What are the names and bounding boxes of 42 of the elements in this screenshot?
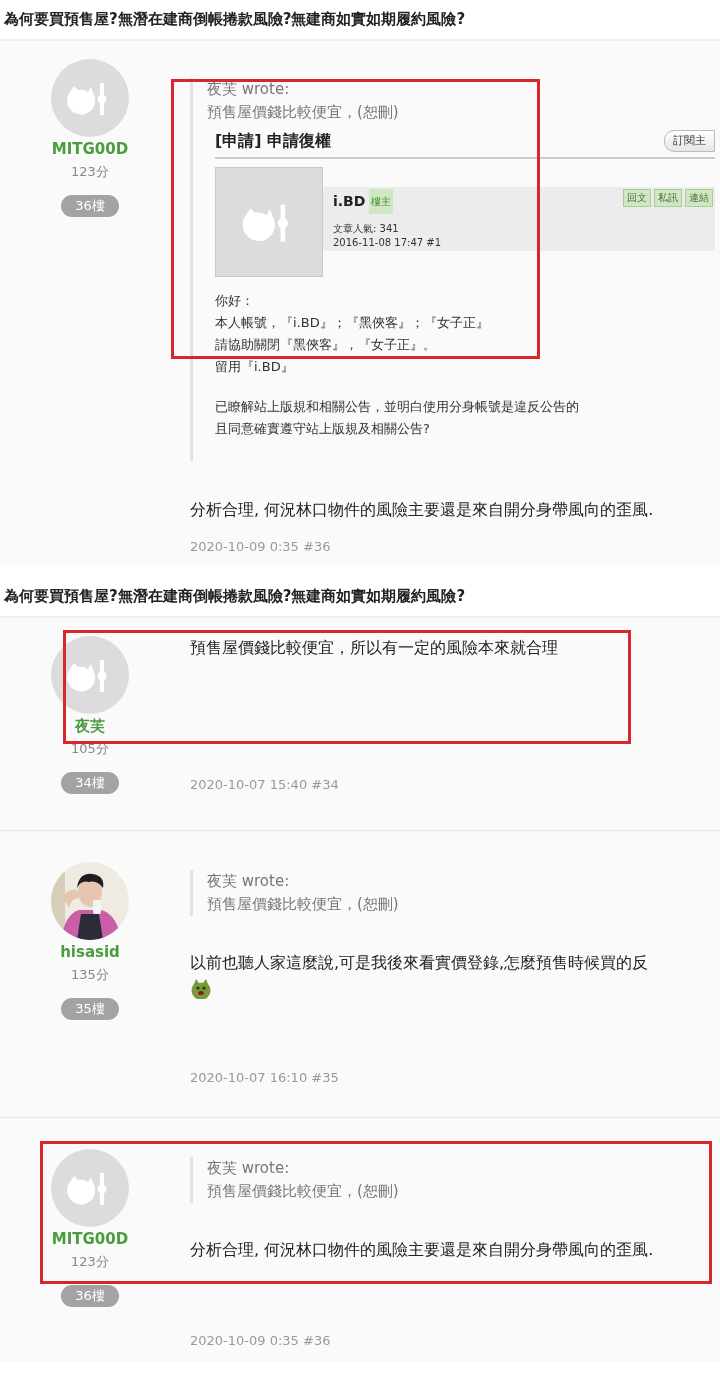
floor-badge: 36樓 (61, 1285, 119, 1307)
quote-text: 預售屋價錢比較便宜，(恕刪) (207, 102, 400, 123)
action-button[interactable]: 連結 (685, 189, 713, 207)
user-score: 135分 (71, 966, 109, 984)
user-score: 105分 (71, 740, 109, 758)
post-text: 預售屋價錢比較便宜，所以有一定的風險本來就合理 (190, 637, 558, 659)
quote-author: 夜芙 wrote: (207, 1158, 291, 1179)
author-badge: 樓主 (369, 189, 394, 214)
post-text-line: 留用『i.BD』 (215, 358, 295, 376)
subscribe-button[interactable]: 訂閱主 (664, 130, 715, 152)
post-text-line: 且同意確實遵守站上版規及相關公告? (215, 420, 431, 438)
post-date: 2020-10-07 15:40 #34 (190, 776, 340, 794)
post-text: 分析合理, 何況林口物件的風險主要還是來自開分身帶風向的歪風. (190, 499, 654, 521)
post-date: 2020-10-07 16:10 #35 (190, 1069, 340, 1087)
post-text: 以前也聽人家這麼說,可是我後來看實價登錄,怎麼預售時候買的反 (190, 952, 649, 974)
view-count: 文章人氣: 341 (333, 222, 400, 236)
post-text-line: 你好： (215, 292, 255, 310)
username[interactable]: MITG00D (51, 139, 129, 159)
action-button[interactable]: 私訊 (654, 189, 682, 207)
post-text-line: 已瞭解站上版規和相關公告，並明白使用分身帳號是違反公告的 (215, 398, 580, 416)
floor-badge: 36樓 (61, 195, 119, 217)
quote-text: 預售屋價錢比較便宜，(恕刪) (207, 1181, 400, 1202)
emoji-icon (190, 977, 212, 999)
username: i.BD (333, 192, 366, 211)
quote-author: 夜芙 wrote: (207, 871, 291, 892)
post-date: 2020-10-09 0:35 #36 (190, 1332, 332, 1350)
action-button[interactable]: 回文 (623, 189, 651, 207)
post-text: 分析合理, 何況林口物件的風險主要還是來自開分身帶風向的歪風. (190, 1239, 654, 1261)
thread-title: [申請] 申請復權 (215, 130, 332, 152)
quote-text: 預售屋價錢比較便宜，(恕刪) (207, 894, 400, 915)
floor-badge: 34樓 (61, 772, 119, 794)
post-text-line: 請協助關閉『黑俠客』，『女子正』。 (215, 336, 437, 354)
quote-author: 夜芙 wrote: (207, 79, 291, 100)
user-score: 123分 (71, 1253, 109, 1271)
post-text-line: 本人帳號，『i.BD』；『黑俠客』；『女子正』 (215, 314, 490, 332)
floor-badge: 35樓 (61, 998, 119, 1020)
username[interactable]: 夜芙 (75, 716, 105, 736)
post-date: 2020-10-09 0:35 #36 (190, 538, 332, 556)
username[interactable]: hisasid (60, 942, 120, 962)
post-date: 2016-11-08 17:47 #1 (333, 236, 442, 250)
username[interactable]: MITG00D (51, 1229, 129, 1249)
user-score: 123分 (71, 163, 109, 181)
